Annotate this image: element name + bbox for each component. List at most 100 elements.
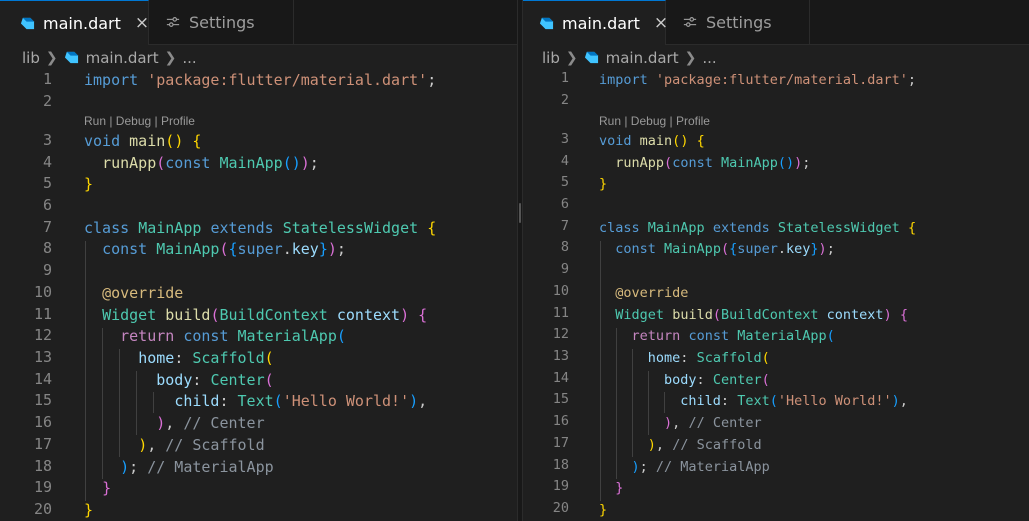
code-line-16: ), // Center: [664, 415, 762, 431]
tab-bar: main.dart × Settings: [0, 0, 517, 45]
chevron-right-icon: ❯: [164, 50, 177, 66]
code-line-5: }: [84, 175, 94, 193]
line-number: 1: [560, 70, 569, 86]
code-line-12: return const MaterialApp(: [631, 328, 835, 344]
code-line-13: home: Scaffold(: [647, 350, 770, 366]
line-number: 19: [33, 478, 52, 496]
line-number: 9: [42, 261, 52, 279]
line-number: 1: [42, 70, 52, 88]
settings-sliders-icon: [165, 14, 181, 30]
code-line-4: runApp(const MainApp());: [615, 155, 811, 171]
code-line-1: import 'package:flutter/material.dart';: [599, 72, 917, 88]
code-line-16: ), // Center: [156, 414, 265, 432]
code-line-11: Widget build(BuildContext context) {: [615, 307, 908, 323]
code-line-18: ); // MaterialApp: [631, 459, 770, 475]
code-line-11: Widget build(BuildContext context) {: [102, 306, 428, 324]
line-number: 17: [552, 435, 569, 451]
chevron-right-icon: ❯: [684, 50, 697, 66]
line-number: 4: [560, 153, 569, 169]
code-line-14: body: Center(: [156, 371, 274, 389]
line-number: 7: [42, 218, 52, 236]
breadcrumb: lib ❯ main.dart ❯ ...: [0, 46, 517, 70]
tab-main-dart[interactable]: main.dart ×: [0, 0, 149, 45]
tab-label: main.dart: [562, 13, 640, 33]
breadcrumb-file[interactable]: main.dart: [86, 49, 159, 67]
code-line-20: }: [84, 501, 94, 519]
code-line-8: const MainApp({super.key});: [615, 241, 835, 257]
code-line-7: class MainApp extends StatelessWidget {: [84, 219, 437, 237]
chevron-right-icon: ❯: [45, 50, 58, 66]
code-line-14: body: Center(: [664, 372, 770, 388]
line-number: 20: [33, 500, 52, 518]
dart-icon: [539, 15, 554, 31]
code-line-7: class MainApp extends StatelessWidget {: [599, 220, 917, 236]
line-number: 18: [33, 457, 52, 475]
codelens-run-debug-profile[interactable]: Run | Debug | Profile: [599, 112, 710, 130]
breadcrumb: lib ❯ main.dart ❯ ...: [523, 46, 1029, 70]
line-number: 8: [560, 239, 569, 255]
breadcrumb-folder[interactable]: lib: [22, 49, 40, 67]
code-line-17: ), // Scaffold: [138, 436, 265, 454]
chevron-right-icon: ❯: [565, 50, 578, 66]
line-number: 9: [560, 261, 569, 277]
editor-pane-right: main.dart × Settings lib ❯ main.dart ❯ .…: [523, 0, 1029, 521]
code-line-4: runApp(const MainApp());: [102, 154, 319, 172]
line-number: 13: [552, 348, 569, 364]
code-line-12: return const MaterialApp(: [120, 327, 346, 345]
line-number: 10: [33, 283, 52, 301]
line-number: 6: [560, 196, 569, 212]
codelens-run-debug-profile[interactable]: Run | Debug | Profile: [84, 112, 195, 130]
code-line-19: }: [102, 479, 112, 497]
line-number: 3: [560, 131, 569, 147]
tab-main-dart[interactable]: main.dart ×: [523, 0, 668, 45]
code-line-3: void main() {: [84, 132, 202, 150]
tab-settings[interactable]: Settings: [149, 0, 294, 44]
code-line-3: void main() {: [599, 133, 705, 149]
code-line-1: import 'package:flutter/material.dart';: [84, 71, 437, 89]
editor-pane-left: main.dart × Settings lib ❯ main.dart ❯ .…: [0, 0, 517, 521]
sash-handle[interactable]: [519, 203, 521, 223]
line-number: 15: [552, 391, 569, 407]
code-line-17: ), // Scaffold: [647, 437, 762, 453]
code-line-20: }: [599, 502, 608, 518]
code-line-5: }: [599, 176, 608, 192]
breadcrumb-file[interactable]: main.dart: [606, 49, 679, 67]
tab-settings[interactable]: Settings: [666, 0, 810, 44]
code-line-8: const MainApp({super.key});: [102, 240, 346, 258]
breadcrumb-symbol[interactable]: ...: [702, 49, 716, 67]
line-number: 18: [552, 457, 569, 473]
breadcrumb-folder[interactable]: lib: [542, 49, 560, 67]
code-line-10: @override: [102, 284, 184, 302]
line-number: 5: [42, 174, 52, 192]
code-line-18: ); // MaterialApp: [120, 458, 274, 476]
tab-label: main.dart: [43, 13, 121, 33]
line-number: 8: [42, 239, 52, 257]
line-number: 20: [552, 500, 569, 516]
line-number: 16: [33, 413, 52, 431]
close-icon[interactable]: ×: [135, 13, 149, 33]
dart-icon: [20, 15, 35, 31]
line-number: 19: [552, 478, 569, 494]
tab-label: Settings: [189, 12, 255, 32]
line-number: 14: [552, 370, 569, 386]
line-number: 11: [552, 305, 569, 321]
line-number: 15: [33, 391, 52, 409]
code-line-13: home: Scaffold(: [138, 349, 274, 367]
line-number: 4: [42, 153, 52, 171]
line-number: 3: [42, 131, 52, 149]
line-number: 14: [33, 370, 52, 388]
settings-sliders-icon: [682, 14, 698, 30]
line-number: 6: [42, 196, 52, 214]
breadcrumb-symbol[interactable]: ...: [182, 49, 196, 67]
dart-icon: [584, 50, 600, 66]
tab-label: Settings: [706, 12, 772, 32]
line-number: 17: [33, 435, 52, 453]
line-number: 7: [560, 218, 569, 234]
line-number: 12: [552, 326, 569, 342]
code-line-15: child: Text('Hello World!'),: [680, 393, 908, 409]
line-number: 10: [552, 283, 569, 299]
dart-icon: [64, 50, 80, 66]
line-number: 11: [33, 305, 52, 323]
code-line-19: }: [615, 480, 624, 496]
line-number: 5: [560, 174, 569, 190]
